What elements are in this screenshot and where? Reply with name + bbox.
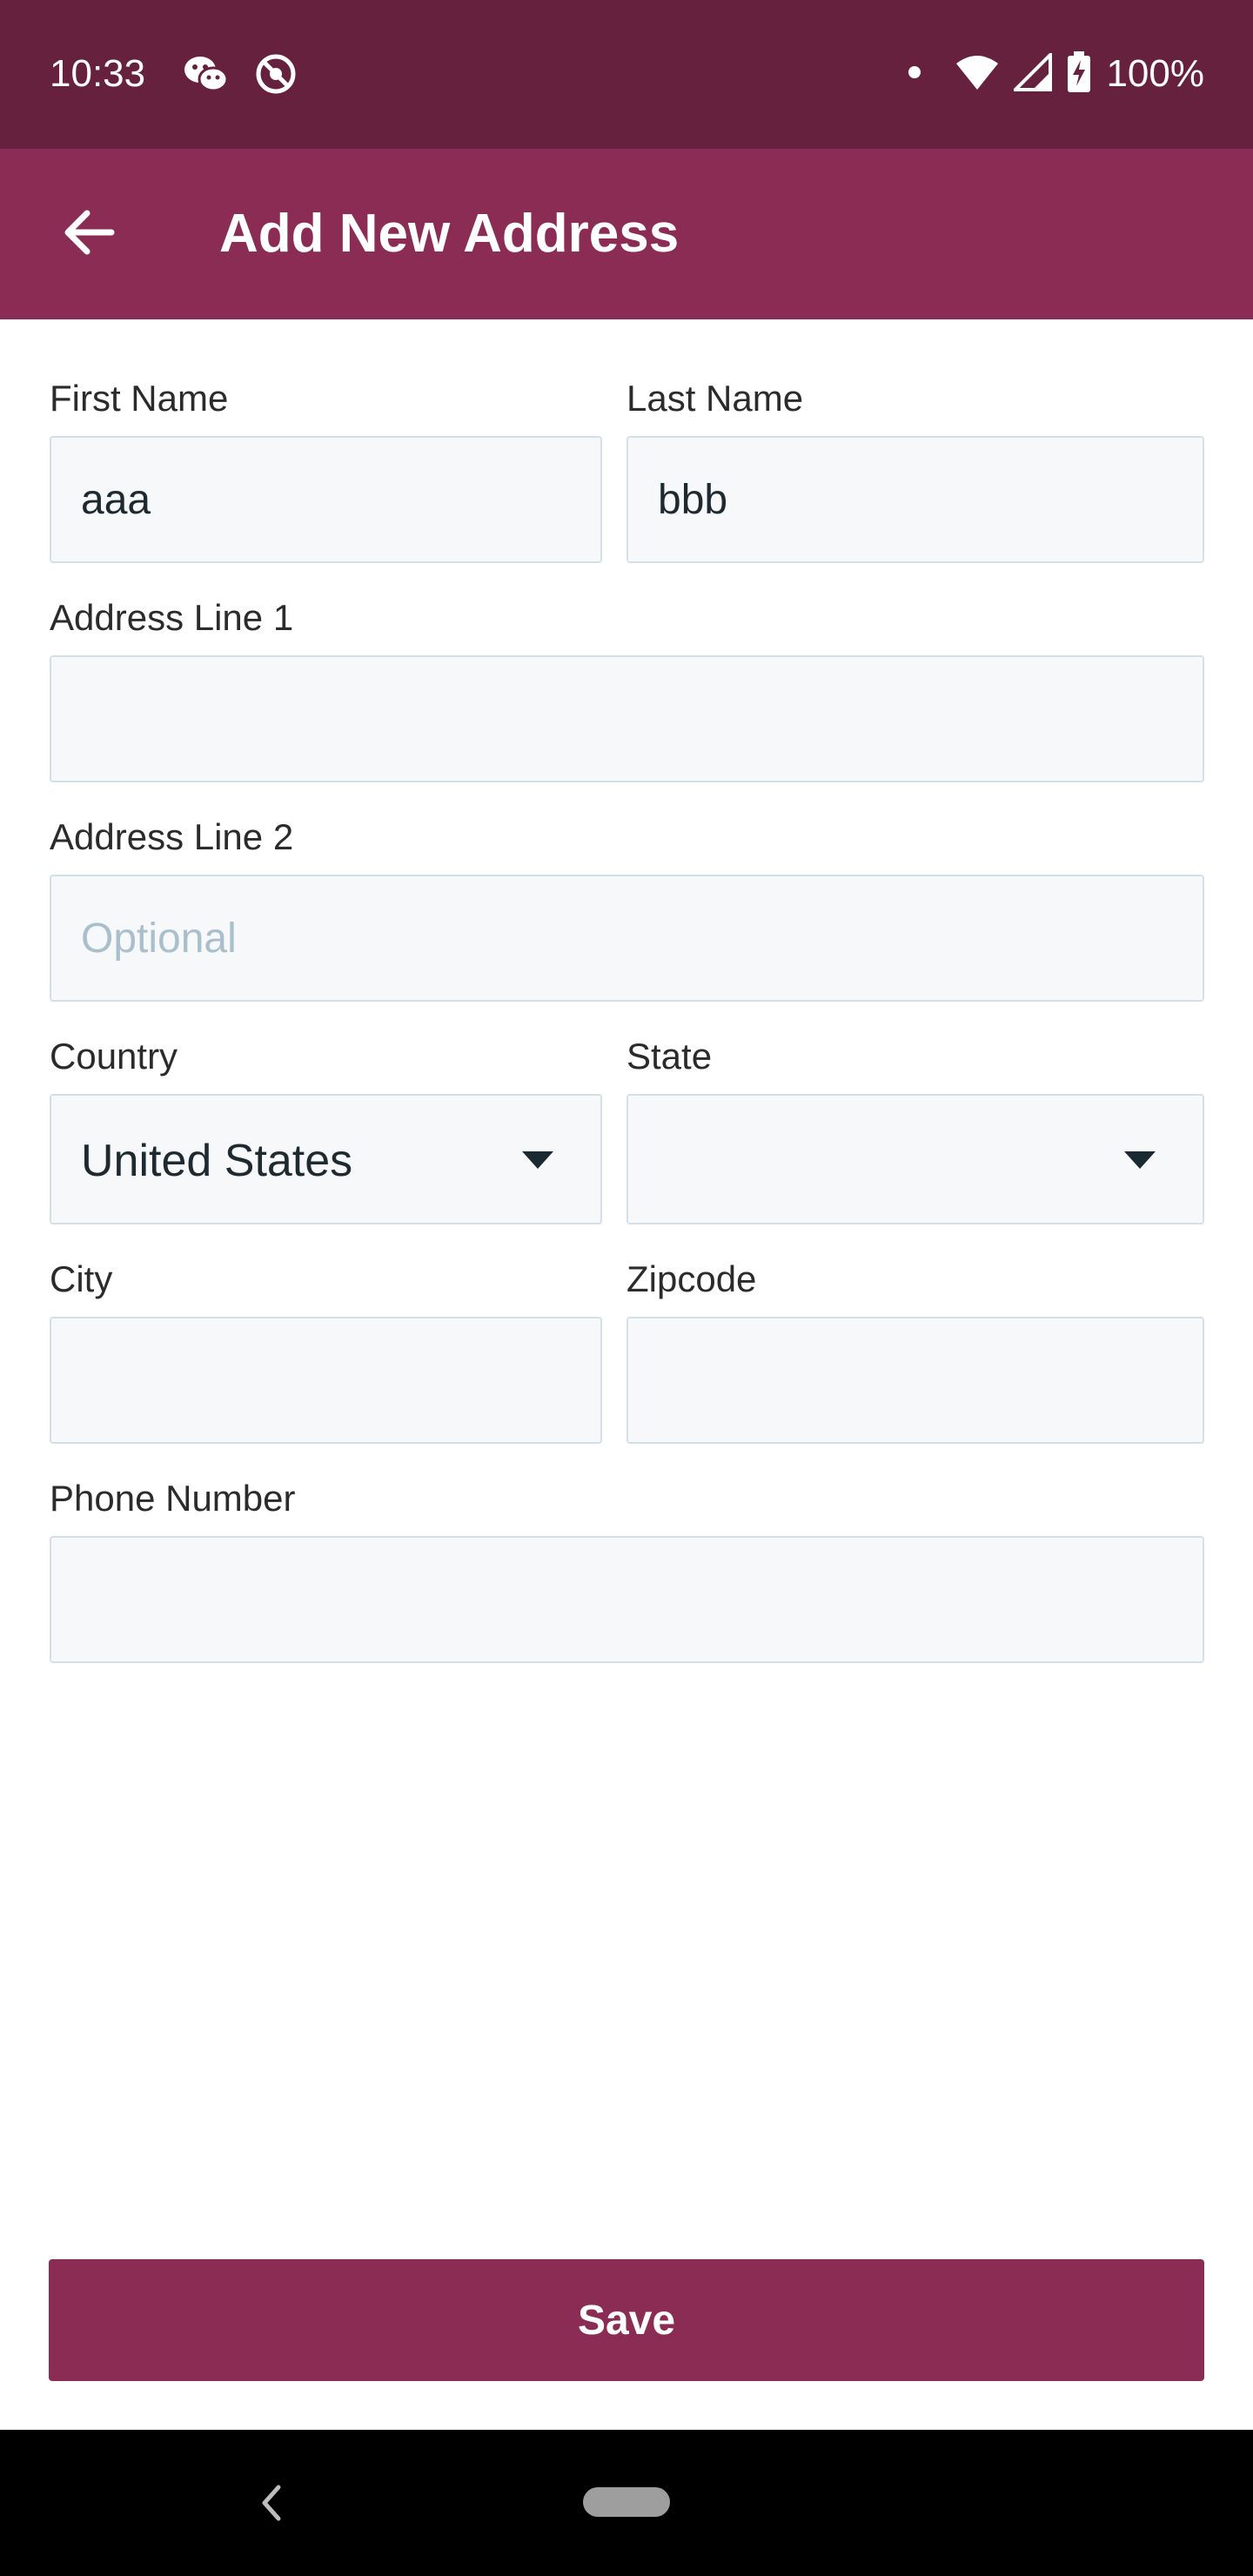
- wechat-icon: [183, 52, 230, 100]
- phone-number-input[interactable]: [51, 1538, 1203, 1661]
- address-line-1-field[interactable]: [50, 655, 1204, 782]
- vpn-icon: [254, 52, 298, 100]
- status-notification-icons: [183, 52, 298, 100]
- save-button[interactable]: Save: [49, 2259, 1204, 2381]
- state-select[interactable]: [626, 1094, 1204, 1224]
- app-bar: Add New Address: [0, 149, 1253, 319]
- home-pill-icon[interactable]: [583, 2487, 670, 2517]
- address-line-1-input[interactable]: [51, 657, 1203, 781]
- chevron-left-icon[interactable]: [252, 2479, 291, 2527]
- city-input[interactable]: [51, 1318, 600, 1442]
- last-name-label: Last Name: [626, 378, 804, 419]
- zipcode-field[interactable]: [626, 1317, 1204, 1444]
- country-select[interactable]: United States: [50, 1094, 602, 1224]
- address-line-2-input[interactable]: [51, 876, 1203, 1000]
- country-selected-value: United States: [81, 1136, 353, 1186]
- address-line-2-field[interactable]: [50, 875, 1204, 1002]
- phone-number-field[interactable]: [50, 1536, 1204, 1663]
- wifi-icon: [955, 53, 1000, 96]
- state-label: State: [626, 1036, 713, 1077]
- last-name-input[interactable]: [628, 438, 1203, 561]
- page-title: Add New Address: [219, 204, 680, 264]
- status-system-icons: 100%: [906, 50, 1204, 98]
- system-nav-bar: [0, 2430, 1253, 2576]
- chevron-down-icon: [1124, 1151, 1156, 1169]
- chevron-down-icon: [522, 1151, 553, 1169]
- arrow-left-icon: [63, 210, 115, 259]
- address-line-1-label: Address Line 1: [50, 597, 294, 638]
- city-label: City: [50, 1258, 113, 1299]
- zipcode-input[interactable]: [628, 1318, 1203, 1442]
- first-name-input[interactable]: [51, 438, 600, 561]
- country-label: Country: [50, 1036, 178, 1077]
- back-button[interactable]: [49, 194, 129, 274]
- city-field[interactable]: [50, 1317, 602, 1444]
- battery-charging-icon: [1066, 50, 1092, 97]
- last-name-field[interactable]: [626, 436, 1204, 563]
- notification-dot-icon: [906, 64, 941, 85]
- zipcode-label: Zipcode: [626, 1258, 757, 1299]
- battery-percent: 100%: [1106, 52, 1204, 95]
- first-name-field[interactable]: [50, 436, 602, 563]
- status-time: 10:33: [50, 52, 146, 95]
- address-line-2-label: Address Line 2: [50, 816, 294, 857]
- first-name-label: First Name: [50, 378, 229, 419]
- phone-number-label: Phone Number: [50, 1478, 296, 1519]
- status-bar: 10:33 100%: [0, 0, 1253, 149]
- signal-icon: [1011, 50, 1053, 96]
